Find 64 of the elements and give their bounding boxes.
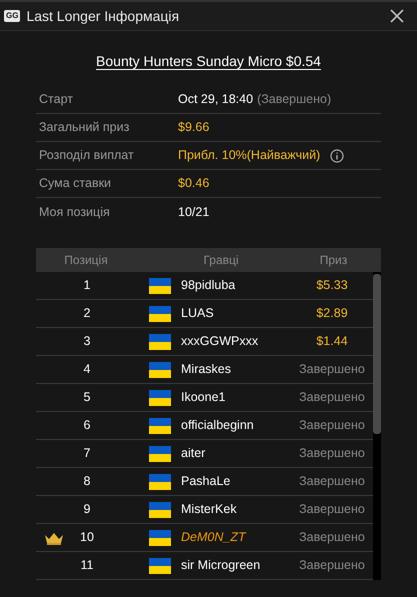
info-value: Oct 29, 18:40 xyxy=(178,91,254,108)
status-note: (Завершено) xyxy=(257,91,332,108)
player-name: PashaLe xyxy=(181,473,232,490)
ukraine-flag-icon xyxy=(149,306,171,322)
ukraine-flag-icon xyxy=(149,418,171,434)
position-cell-text: 3 xyxy=(82,333,92,350)
player-name: sir Microgreen xyxy=(181,557,262,574)
player-name: 98pidluba xyxy=(181,277,236,294)
player-name: xxxGGWPxxx xyxy=(181,333,260,350)
info-label: Загальний приз xyxy=(38,119,130,136)
ukraine-flag-icon xyxy=(149,530,171,546)
info-value: $0.46 xyxy=(178,175,210,192)
position-cell-text: 1 xyxy=(82,277,92,294)
prize-cell-text: Завершено xyxy=(298,557,366,574)
info-label: Моя позиція xyxy=(38,204,111,221)
tournament-title: Bounty Hunters Sunday Micro $0.54 xyxy=(96,52,321,71)
player-name: Miraskes xyxy=(181,361,232,378)
window-title: Last Longer Інформація xyxy=(26,6,180,26)
info-label: Сума ставки xyxy=(38,175,112,192)
close-icon xyxy=(390,9,404,23)
info-label: Старт xyxy=(38,91,74,108)
column-header: Приз xyxy=(318,252,348,269)
ukraine-flag-icon xyxy=(149,334,171,350)
ukraine-flag-icon xyxy=(149,446,171,462)
position-cell-text: 10 xyxy=(79,529,95,546)
info-value: 10/21 xyxy=(178,204,210,221)
prize-cell-text: Завершено xyxy=(298,417,366,434)
prize-cell-text: Завершено xyxy=(298,529,366,546)
position-cell-text: 11 xyxy=(80,557,94,574)
prize-cell-text: Завершено xyxy=(298,501,366,518)
position-cell-text: 9 xyxy=(82,501,92,518)
column-header: Позиція xyxy=(63,252,109,269)
ukraine-flag-icon xyxy=(149,558,171,574)
position-cell-text: 2 xyxy=(82,305,92,322)
ukraine-flag-icon xyxy=(149,474,171,490)
app-logo: GG xyxy=(4,10,20,22)
ukraine-flag-icon xyxy=(149,502,171,518)
position-cell-text: 7 xyxy=(82,445,92,462)
player-name: officialbeginn xyxy=(181,417,255,434)
info-icon[interactable] xyxy=(330,148,344,162)
position-cell-text: 5 xyxy=(82,389,92,406)
ukraine-flag-icon xyxy=(149,362,171,378)
position-cell-text: 6 xyxy=(82,417,92,434)
player-name: aiter xyxy=(181,445,206,462)
ukraine-flag-icon xyxy=(149,278,171,294)
position-cell-text: 4 xyxy=(82,361,92,378)
column-header: Гравці xyxy=(202,252,240,269)
prize-cell-text: $1.44 xyxy=(315,333,349,350)
prize-cell-text: Завершено xyxy=(298,361,366,378)
player-name: MisterKek xyxy=(181,501,238,518)
scrollbar[interactable] xyxy=(373,272,381,580)
player-name: Ikoone1 xyxy=(181,389,226,406)
prize-cell-text: $5.33 xyxy=(315,277,349,294)
prize-cell-text: $2.89 xyxy=(315,305,349,322)
prize-cell-text: Завершено xyxy=(298,473,366,490)
prize-cell-text: Завершено xyxy=(298,445,366,462)
player-name: DeM0N_ZT xyxy=(181,529,248,546)
prize-cell-text: Завершено xyxy=(298,389,366,406)
info-label: Розподіл виплат xyxy=(38,147,135,164)
position-cell-text: 8 xyxy=(82,473,92,490)
player-name: LUAS xyxy=(181,305,215,322)
info-value: Прибл. 10%(Найважчий) xyxy=(178,147,320,164)
info-value: $9.66 xyxy=(178,119,210,136)
ukraine-flag-icon xyxy=(149,390,171,406)
